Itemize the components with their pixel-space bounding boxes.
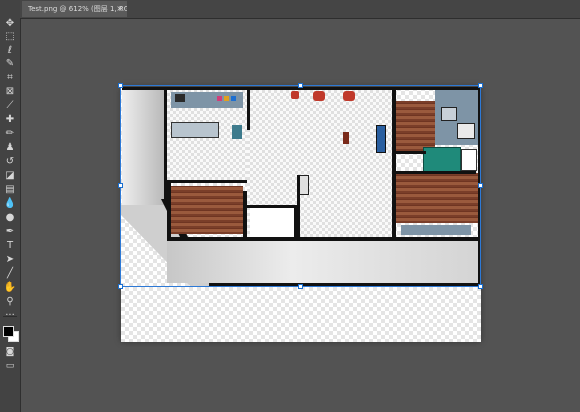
blur-tool-icon[interactable]: 💧 [3, 198, 17, 210]
pen-tool-icon[interactable]: ✒ [3, 226, 17, 238]
crop-tool-icon[interactable]: ⌗ [3, 72, 17, 84]
type-tool-icon[interactable]: T [3, 240, 17, 252]
lasso-tool-icon[interactable]: ℓ [3, 45, 17, 57]
healing-brush-tool-icon[interactable]: ✚ [3, 114, 17, 126]
tools-panel: ✥⬚ℓ✎⌗⊠⟋✚✏♟↺◪▤💧●✒T➤╱✋⚲··· ◙ ▭ [0, 0, 21, 412]
clone-stamp-tool-icon[interactable]: ♟ [3, 142, 17, 154]
toolbar-divider [3, 316, 17, 317]
brush-tool-icon[interactable]: ✏ [3, 128, 17, 140]
marquee-tool-icon[interactable]: ⬚ [3, 31, 17, 43]
quick-select-tool-icon[interactable]: ✎ [3, 58, 17, 70]
document-canvas[interactable] [121, 87, 481, 342]
document-tab[interactable]: Test.png @ 612% (图层 1, RGB/8) × [22, 1, 127, 17]
history-brush-tool-icon[interactable]: ↺ [3, 156, 17, 168]
transform-handle-bottom-right[interactable] [478, 284, 483, 289]
eraser-tool-icon[interactable]: ◪ [3, 170, 17, 182]
transform-handle-bottom[interactable] [298, 284, 303, 289]
quick-mask-icon[interactable]: ◙ [3, 346, 17, 358]
document-tab-bar: Test.png @ 612% (图层 1, RGB/8) × [20, 0, 580, 19]
frame-tool-icon[interactable]: ⊠ [3, 86, 17, 98]
screen-mode-icon[interactable]: ▭ [3, 360, 17, 372]
transform-handle-right[interactable] [478, 183, 483, 188]
eyedropper-tool-icon[interactable]: ⟋ [3, 100, 17, 112]
zoom-tool-icon[interactable]: ⚲ [3, 296, 17, 308]
hand-tool-icon[interactable]: ✋ [3, 282, 17, 294]
document-tab-title: Test.png @ 612% (图层 1, RGB/8) [28, 5, 127, 13]
transform-handle-bottom-left[interactable] [118, 284, 123, 289]
transform-handle-top[interactable] [298, 83, 303, 88]
transform-handle-top-left[interactable] [118, 83, 123, 88]
line-tool-icon[interactable]: ╱ [3, 268, 17, 280]
gradient-tool-icon[interactable]: ▤ [3, 184, 17, 196]
transform-handle-left[interactable] [118, 183, 123, 188]
tab-close-icon[interactable]: × [116, 1, 123, 17]
dodge-tool-icon[interactable]: ● [3, 212, 17, 224]
foreground-color-swatch[interactable] [3, 326, 14, 337]
transform-handle-top-right[interactable] [478, 83, 483, 88]
move-tool-icon[interactable]: ✥ [3, 18, 17, 30]
path-select-tool-icon[interactable]: ➤ [3, 254, 17, 266]
